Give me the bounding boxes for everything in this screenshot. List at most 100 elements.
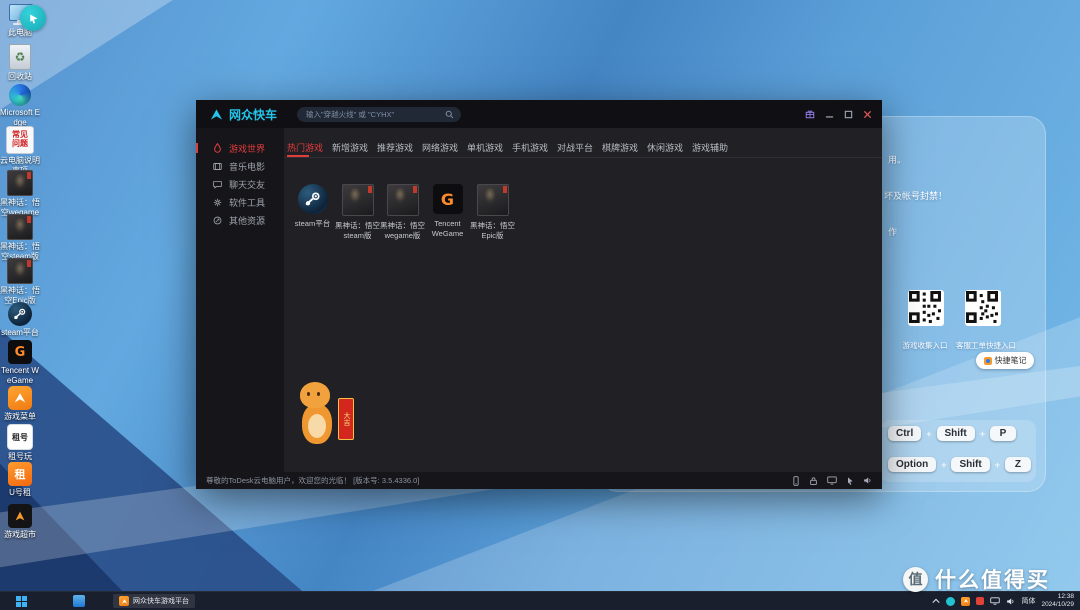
todesk-tray-icon[interactable] [946,597,955,606]
taskbar-clock[interactable]: 12:38 2024/10/29 [1041,593,1074,609]
desktop-icon-wegame[interactable]: G Tencent WeGame [0,340,40,385]
search-input[interactable] [304,109,445,120]
search-box[interactable] [297,107,461,122]
wangzhong-logo-icon [119,596,129,606]
volume-icon[interactable] [1006,597,1015,606]
chat-bubble-icon [213,180,222,189]
black-myth-wukong-icon [477,184,509,216]
compass-icon [213,216,222,225]
desktop-icon-wukong-epic[interactable]: 黑神话：悟空Epic版 [0,258,40,305]
tab-casual-games[interactable]: 休闲游戏 [647,141,692,154]
desktop-icon-game-market[interactable]: 游戏超市 [0,504,40,540]
tab-recommended[interactable]: 推荐游戏 [377,141,422,154]
wangzhong-logo-icon [8,386,32,410]
lock-icon[interactable] [809,476,818,486]
qr-label-ticket: 客服工单快捷入口 [950,340,1022,351]
zuhaowan-icon: 租号 [7,424,33,450]
desktop-icon-uhaozu[interactable]: 租 U号租 [0,462,40,498]
todesk-floating-ball[interactable] [20,5,46,31]
desktop-icon-game-menu[interactable]: 游戏菜单 [0,386,40,422]
wangzhong-app-window: 网众快车 游戏世界 音乐电影 [196,100,882,489]
phone-icon[interactable] [792,476,800,486]
network-icon[interactable] [990,597,1000,605]
game-market-icon [8,504,32,528]
speaker-icon[interactable] [863,476,872,485]
wegame-icon: G [8,340,32,364]
tab-mobile-games[interactable]: 手机游戏 [512,141,557,154]
window-controls [805,109,872,119]
mascot-scroll: 大吉 [338,398,354,440]
keycap: P [990,426,1016,441]
panel-text-fragment: 作 [888,225,897,238]
sidebar-item-software-tools[interactable]: 软件工具 [196,193,284,211]
smzdm-badge-icon: 值 [903,567,928,592]
smzdm-watermark: 值 什么值得买 [903,564,1050,594]
tab-board-games[interactable]: 棋牌游戏 [602,141,647,154]
gift-icon[interactable] [805,109,815,119]
panel-text-fragment: 用。 [888,153,906,166]
keycap: Ctrl [888,426,921,441]
desktop-icon-edge[interactable]: Microsoft Edge [0,84,40,127]
game-item-wukong-wegame[interactable]: 黑神话：悟空 wegame版 [380,184,425,241]
sidebar-item-game-world[interactable]: 游戏世界 [196,139,284,157]
cursor-icon[interactable] [846,476,854,486]
app-sidebar: 游戏世界 音乐电影 聊天交友 软件工具 其他资源 [196,128,284,472]
wangzhong-logo-icon [209,107,224,122]
taskbar-blue-app-icon[interactable] [73,595,85,607]
shortcut-row-1: Ctrl + Shift + P [888,426,1016,441]
minimize-icon[interactable] [825,110,834,119]
taskbar-item-wangzhong[interactable]: 网众快车游戏平台 [113,594,195,608]
uhaozu-icon: 租 [8,462,32,486]
desktop-icon-cloud-notice[interactable]: 常见 问题 云电脑说明事项 [0,126,40,175]
tab-game-assist[interactable]: 游戏辅助 [692,141,737,154]
game-item-wukong-steam[interactable]: 黑神话：悟空 steam版 [335,184,380,241]
quick-note-button[interactable]: 快捷笔记 [976,352,1034,369]
red-tray-icon[interactable] [976,597,984,605]
tab-hot-games[interactable]: 热门游戏 [287,141,332,154]
ticket-qr-code [965,290,1001,326]
desktop-icon-recycle-bin[interactable]: ♻ 回收站 [0,44,40,82]
tab-battle-platform[interactable]: 对战平台 [557,141,602,154]
black-myth-wukong-icon [387,184,419,216]
game-item-wegame[interactable]: G Tencent WeGame [425,184,470,241]
wegame-icon: G [433,184,463,214]
desktop-icon-zuhaowan[interactable]: 租号 租号玩 [0,424,40,462]
desktop: 此电脑 ♻ 回收站 Microsoft Edge 常见 问题 云电脑说明事项 黑… [0,0,1080,610]
recycle-bin-icon: ♻ [9,44,31,70]
faq-note-icon: 常见 问题 [6,126,34,154]
game-collect-qr-code [908,290,944,326]
app-logo: 网众快车 [209,106,277,123]
statusbar-icons [792,476,872,486]
maximize-icon[interactable] [844,110,853,119]
tab-new-games[interactable]: 新增游戏 [332,141,377,154]
desktop-icon-wukong-steam[interactable]: 黑神话：悟空steam版 [0,214,40,261]
film-icon [213,162,222,171]
start-button[interactable] [16,596,27,607]
tray-expand-icon[interactable] [932,598,940,604]
tab-online-games[interactable]: 网络游戏 [422,141,467,154]
app-titlebar: 网众快车 [196,100,882,128]
close-icon[interactable] [863,110,872,119]
black-myth-wukong-icon [7,258,33,284]
sidebar-item-chat[interactable]: 聊天交友 [196,175,284,193]
tab-single-player[interactable]: 单机游戏 [467,141,512,154]
wangzhong-tray-icon[interactable] [961,597,970,606]
sidebar-item-music-movie[interactable]: 音乐电影 [196,157,284,175]
monitor-icon[interactable] [827,476,837,485]
keycap: Z [1005,457,1031,472]
app-content: 热门游戏 新增游戏 推荐游戏 网络游戏 单机游戏 手机游戏 对战平台 棋牌游戏 … [284,128,882,472]
system-tray: 简体 12:38 2024/10/29 [932,593,1080,609]
shortcut-row-2: Option + Shift + Z [888,457,1031,472]
keycap: Shift [951,457,989,472]
category-tabbar: 热门游戏 新增游戏 推荐游戏 网络游戏 单机游戏 手机游戏 对战平台 棋牌游戏 … [284,137,882,158]
game-item-wukong-epic[interactable]: 黑神话：悟空 Epic版 [470,184,515,241]
keycap: Shift [937,426,975,441]
input-method-indicator[interactable]: 简体 [1021,596,1035,606]
sidebar-item-other-resources[interactable]: 其他资源 [196,211,284,229]
game-item-steam[interactable]: steam平台 [290,184,335,241]
desktop-icon-steam[interactable]: steam平台 [0,302,40,338]
search-icon[interactable] [445,110,454,119]
edge-icon [9,84,31,106]
quick-note-icon [984,357,992,365]
app-title: 网众快车 [229,106,277,123]
